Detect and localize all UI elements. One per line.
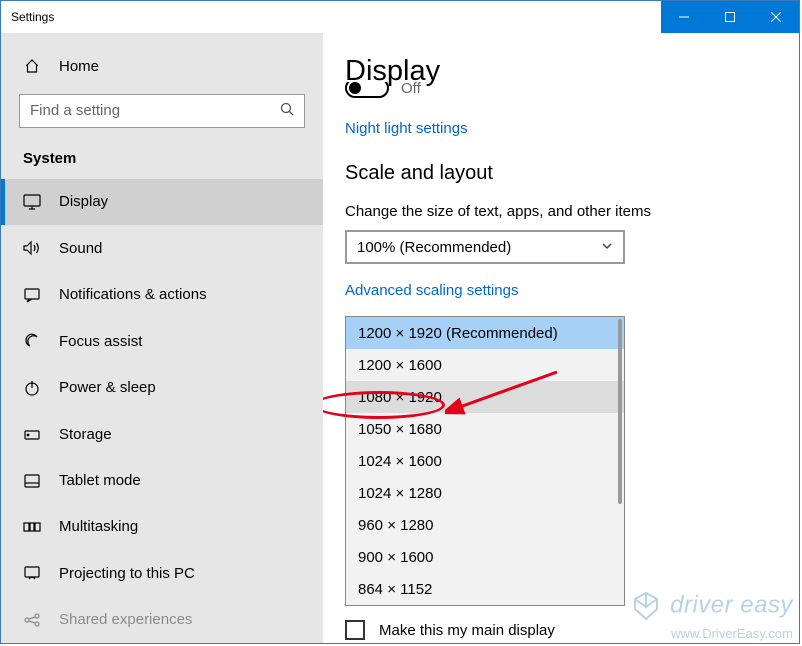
sidebar-item-tablet-mode[interactable]: Tablet mode <box>1 457 323 503</box>
focus-assist-icon <box>23 333 41 349</box>
sidebar-item-storage[interactable]: Storage <box>1 411 323 457</box>
category-heading: System <box>1 128 323 179</box>
toggle-knob <box>349 82 361 94</box>
resolution-option[interactable]: 900 × 1600 <box>346 541 624 573</box>
display-icon <box>23 194 41 210</box>
toggle-state-label: Off <box>401 82 421 97</box>
advanced-scaling-link[interactable]: Advanced scaling settings <box>345 282 518 299</box>
sidebar-item-label: Shared experiences <box>59 611 192 628</box>
multitasking-icon <box>23 519 41 535</box>
projecting-icon <box>23 565 41 581</box>
home-nav[interactable]: Home <box>1 47 323 86</box>
resolution-option[interactable]: 1080 × 1920 <box>346 381 624 413</box>
sidebar-item-label: Power & sleep <box>59 379 156 396</box>
scale-section-title: Scale and layout <box>345 162 777 185</box>
search-input[interactable] <box>19 94 305 128</box>
resolution-option[interactable]: 1024 × 1600 <box>346 445 624 477</box>
home-icon <box>23 58 41 74</box>
sidebar-item-projecting[interactable]: Projecting to this PC <box>1 550 323 596</box>
titlebar: Settings <box>1 1 799 33</box>
sidebar-item-power-sleep[interactable]: Power & sleep <box>1 364 323 410</box>
sidebar-item-label: Projecting to this PC <box>59 565 195 582</box>
settings-window: Settings Home <box>0 0 800 644</box>
sidebar-item-sound[interactable]: Sound <box>1 225 323 271</box>
sidebar-item-display[interactable]: Display <box>1 179 323 225</box>
resolution-option[interactable]: 864 × 1152 <box>346 573 624 605</box>
resolution-option[interactable]: 960 × 1280 <box>346 509 624 541</box>
notifications-icon <box>23 287 41 303</box>
sidebar-item-multitasking[interactable]: Multitasking <box>1 504 323 550</box>
sidebar-item-label: Tablet mode <box>59 472 141 489</box>
night-light-settings-link[interactable]: Night light settings <box>345 120 468 137</box>
main-display-label: Make this my main display <box>379 622 555 639</box>
sidebar-item-label: Display <box>59 193 108 210</box>
scale-value: 100% (Recommended) <box>357 239 601 256</box>
resolution-option[interactable]: 1050 × 1680 <box>346 413 624 445</box>
sidebar-item-label: Multitasking <box>59 518 138 535</box>
chevron-down-icon <box>601 239 613 256</box>
close-button[interactable] <box>753 1 799 33</box>
resolution-dropdown-list[interactable]: 1200 × 1920 (Recommended) 1200 × 1600 10… <box>345 316 625 606</box>
tablet-icon <box>23 473 41 489</box>
sidebar-item-label: Focus assist <box>59 333 142 350</box>
resolution-option[interactable]: 1200 × 1920 (Recommended) <box>346 317 624 349</box>
shared-experiences-icon <box>23 612 41 628</box>
search-icon <box>280 102 294 119</box>
window-title: Settings <box>1 10 661 24</box>
content-pane: Display Off Night light settings Scale a… <box>323 33 799 643</box>
sidebar-item-label: Sound <box>59 240 102 257</box>
scale-label: Change the size of text, apps, and other… <box>345 203 777 220</box>
sidebar-item-focus-assist[interactable]: Focus assist <box>1 318 323 364</box>
night-light-toggle[interactable] <box>345 82 389 98</box>
resolution-option[interactable]: 1024 × 1280 <box>346 477 624 509</box>
sidebar-item-label: Storage <box>59 426 112 443</box>
dropdown-scrollbar[interactable] <box>618 319 622 603</box>
storage-icon <box>23 426 41 442</box>
scale-dropdown[interactable]: 100% (Recommended) <box>345 230 625 264</box>
sidebar-item-label: Notifications & actions <box>59 286 207 303</box>
minimize-button[interactable] <box>661 1 707 33</box>
sound-icon <box>23 240 41 256</box>
power-icon <box>23 380 41 396</box>
sidebar: Home System Display <box>1 33 323 643</box>
main-display-checkbox[interactable] <box>345 620 365 640</box>
watermark-text: driver easy <box>670 592 793 619</box>
search-field[interactable] <box>30 102 280 119</box>
resolution-option[interactable]: 1200 × 1600 <box>346 349 624 381</box>
maximize-button[interactable] <box>707 1 753 33</box>
sidebar-item-shared-experiences[interactable]: Shared experiences <box>1 597 323 643</box>
home-label: Home <box>59 58 99 75</box>
sidebar-item-notifications[interactable]: Notifications & actions <box>1 272 323 318</box>
scrollbar-thumb[interactable] <box>618 319 622 504</box>
